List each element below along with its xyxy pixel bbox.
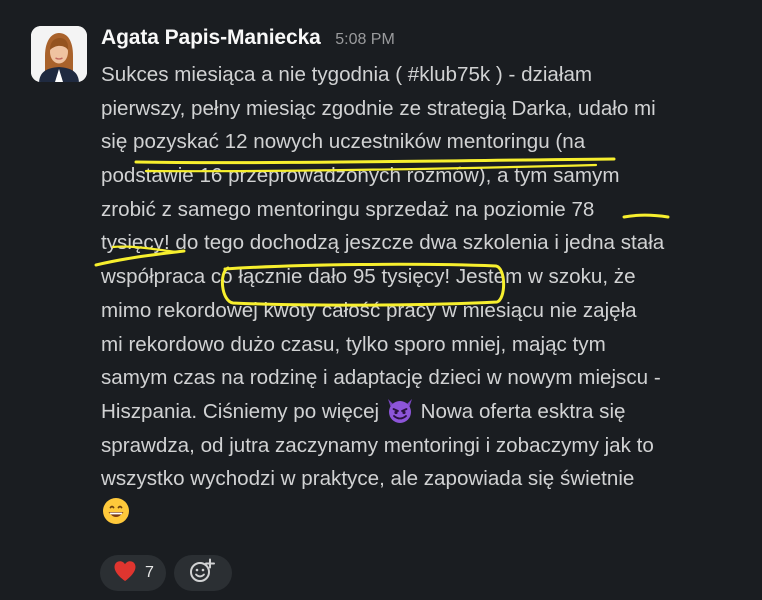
add-reaction-button[interactable] — [173, 555, 232, 591]
grinning-emoji — [101, 496, 131, 537]
message-line-part: Nowa oferta esktra się — [420, 399, 626, 423]
message-line: pierwszy, pełny miesiąc zgodnie ze strat… — [101, 96, 656, 120]
heart-reaction[interactable]: 7 — [100, 555, 166, 591]
message-line: współpraca co łącznie dało 95 tysięcy! J… — [101, 265, 636, 289]
message-header: Agata Papis-Maniecka 5:08 PM — [101, 26, 395, 56]
message: Agata Papis-Maniecka 5:08 PM Sukces mies… — [0, 0, 762, 600]
timestamp[interactable]: 5:08 PM — [335, 31, 395, 48]
message-line — [101, 496, 741, 530]
message-line: mi rekordowo dużo czasu, tylko sporo mni… — [101, 332, 606, 356]
message-line-part: Hiszpania. Ciśniemy po więcej — [101, 399, 380, 423]
avatar[interactable] — [31, 26, 87, 82]
message-line: sprawdza, od jutra zaczynamy mentoringi … — [101, 433, 654, 457]
message-line: Sukces miesiąca a nie tygodnia ( #klub75… — [101, 63, 593, 86]
message-line: zrobić z samego mentoringu sprzedaż na p… — [101, 197, 595, 221]
message-line: samym czas na rodzinę i adaptację dzieci… — [101, 366, 661, 390]
message-body: Sukces miesiąca a nie tygodnia ( #klub75… — [101, 58, 741, 530]
profile-photo — [31, 26, 87, 82]
message-line: wszystko wychodzi w praktyce, ale zapowi… — [101, 467, 635, 491]
message-line: mimo rekordowej kwoty całość pracy w mie… — [101, 298, 637, 322]
reaction-count: 7 — [145, 564, 154, 581]
message-line: się pozyskać 12 nowych uczestników mento… — [101, 130, 586, 154]
red-heart-icon — [113, 560, 137, 587]
add-reaction-icon — [189, 558, 217, 589]
author-name[interactable]: Agata Papis-Maniecka — [101, 26, 321, 49]
message-line: tysięcy! do tego dochodzą jeszcze dwa sz… — [101, 231, 665, 255]
message-line: Hiszpania. Ciśniemy po więcej Nowa ofert… — [101, 395, 741, 429]
message-line: podstawie 16 przeprowadzonych rozmów), a… — [101, 164, 620, 188]
reactions-bar: 7 — [100, 555, 232, 591]
